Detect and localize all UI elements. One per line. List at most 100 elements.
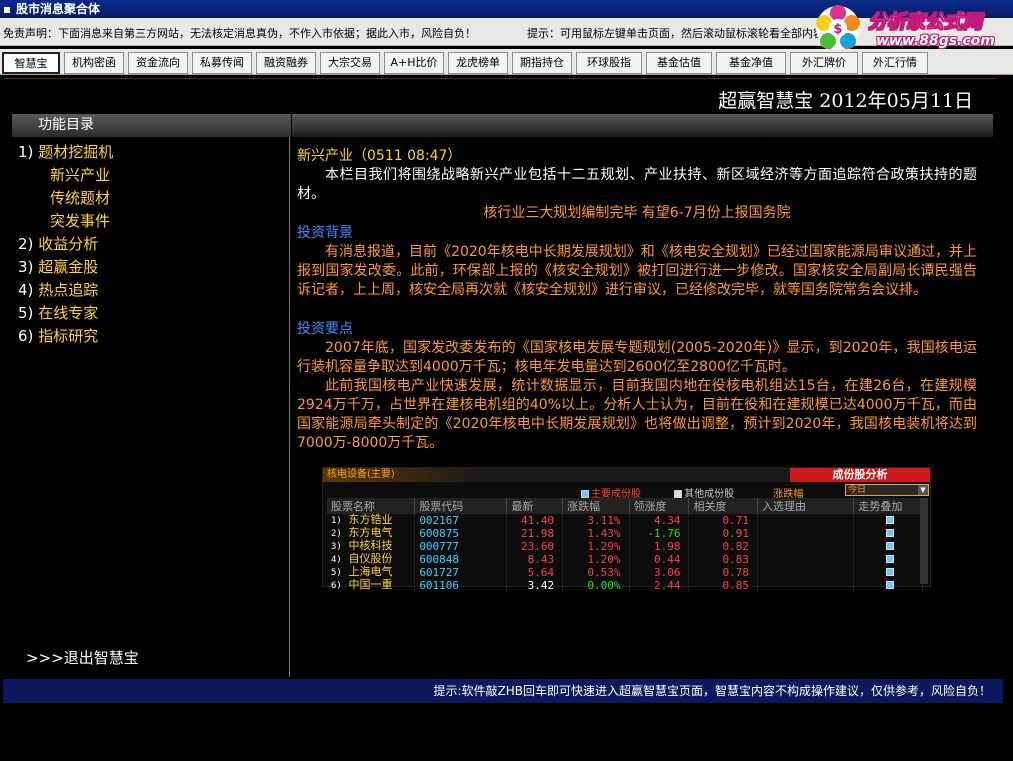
column-header[interactable]: 领涨度 (629, 498, 690, 514)
sidebar-item-label: 指标研究 (38, 327, 99, 345)
site-logo[interactable]: $ 分析家公式网 www.88gs.com (810, 1, 1010, 55)
cell-lead: 0.44 (629, 553, 690, 566)
tab-3[interactable]: 私募传闻 (192, 52, 252, 74)
cell-price: 3.42 (506, 579, 564, 592)
app-window: 股市消息聚合体 免责声明：下面消息来自第三方网站，无法核定消息真伪，不作入市依据… (0, 0, 1013, 761)
overlay-checkbox[interactable] (886, 541, 895, 550)
sidebar-item-number: 4) (18, 281, 34, 299)
cell-price: 21.98 (506, 527, 564, 540)
panel-title: 成份股分析 (790, 468, 930, 482)
stock-name: 中核科技 (348, 539, 393, 552)
sidebar-item-0[interactable]: 1) 题材挖掘机 (18, 141, 113, 164)
table-row[interactable]: 5) 上海电气 601727 5.64 0.53% 3.06 0.78 (327, 566, 923, 579)
column-header[interactable]: 股票名称 (327, 498, 416, 514)
sidebar-item-label: 新兴产业 (50, 166, 111, 184)
column-header[interactable]: 入选理由 (757, 498, 855, 514)
panel-divider (289, 137, 290, 677)
cell-chg: 1.20% (562, 553, 630, 566)
tab-strip: 智慧宝 机构密函 资金流向 私募传闻 融资融券 大宗交易 A+H比价 龙虎榜单 期指持仓 环球股指… (0, 49, 1013, 75)
column-header[interactable]: 相关度 (688, 498, 758, 514)
stock-name: 东方电气 (348, 526, 393, 539)
sidebar-item-6[interactable]: 4) 热点追踪 (18, 279, 113, 302)
logo-url: www.88gs.com (876, 33, 995, 49)
sidebar-item-8[interactable]: 6) 指标研究 (18, 325, 113, 348)
tab-12[interactable]: 外汇牌价 (790, 52, 858, 74)
column-header[interactable]: 走势叠加 (853, 498, 923, 514)
cell-corr: 0.85 (688, 579, 758, 592)
logo-name: 分析家公式网 (868, 11, 983, 34)
cell-code: 002167 (414, 514, 508, 527)
stock-name: 中国一重 (348, 578, 393, 591)
row-index: 1) (331, 516, 342, 526)
page-title: 超赢智慧宝 2012年05月11日 (718, 90, 973, 112)
cell-reason (757, 579, 855, 592)
tab-11[interactable]: 基金净值 (716, 52, 786, 74)
tab-5[interactable]: 大宗交易 (320, 52, 380, 74)
overlay-checkbox[interactable] (886, 528, 895, 537)
exit-link[interactable]: >>>退出智慧宝 (26, 647, 139, 668)
table-row[interactable]: 2) 东方电气 600875 21.98 1.43% -1.76 0.91 (327, 527, 923, 540)
sidebar-item-label: 传统题材 (50, 189, 111, 207)
sidebar-item-label: 在线专家 (38, 304, 99, 322)
main-stock-checkbox[interactable] (581, 490, 589, 498)
tab-1[interactable]: 机构密函 (64, 52, 124, 74)
sidebar-item-3[interactable]: 突发事件 (18, 210, 113, 233)
logo-flower-icon: $ (816, 5, 860, 50)
background-paragraph: 有消息报道，目前《2020年核电中长期发展规划》和《核电安全规划》已经过国家能源… (297, 244, 977, 298)
overlay-cell (853, 540, 923, 553)
tab-0[interactable]: 智慧宝 (2, 52, 60, 74)
stock-name: 上海电气 (348, 565, 393, 578)
table-row[interactable]: 4) 自仪股份 600848 8.43 1.20% 0.44 0.83 (327, 553, 923, 566)
cell-code: 600848 (414, 553, 508, 566)
tab-13[interactable]: 外汇行情 (862, 52, 928, 74)
intro-paragraph: 本栏目我们将围绕战略新兴产业包括十二五规划、产业扶持、新区域经济等方面追踪符合政… (297, 167, 977, 202)
overlay-checkbox[interactable] (886, 567, 895, 576)
column-header[interactable]: 涨跌幅 (562, 498, 630, 514)
tab-6[interactable]: A+H比价 (384, 52, 444, 74)
tab-8[interactable]: 期指持仓 (512, 52, 572, 74)
article: 新兴产业（0511 08:47） 本栏目我们将围绕战略新兴产业包括十二五规划、产… (297, 147, 977, 453)
sidebar-item-4[interactable]: 2) 收益分析 (18, 233, 113, 256)
tab-9[interactable]: 环球股指 (576, 52, 642, 74)
overlay-cell (853, 527, 923, 540)
column-header[interactable]: 股票代码 (414, 498, 508, 514)
table-row[interactable]: 3) 中核科技 000777 23.60 1.29% 1.98 0.82 (327, 540, 923, 553)
overlay-checkbox[interactable] (886, 580, 895, 589)
cell-reason (757, 540, 855, 553)
sidebar-item-2[interactable]: 传统题材 (18, 187, 113, 210)
table-row[interactable]: 1) 东方锆业 002167 41.40 3.11% 4.34 0.71 (327, 514, 923, 527)
cell-lead: 2.44 (629, 579, 690, 592)
tab-10[interactable]: 基金估值 (646, 52, 712, 74)
overlay-cell (853, 566, 923, 579)
overlay-checkbox[interactable] (886, 515, 895, 524)
stock-name: 东方锆业 (348, 513, 393, 526)
cell-chg: 3.11% (562, 514, 630, 527)
tab-2[interactable]: 资金流向 (128, 52, 188, 74)
table-scrollbar[interactable] (920, 498, 928, 584)
points-paragraph-2: 此前我国核电产业快速发展，统计数据显示，目前我国内地在役核电机组达15台，在建2… (297, 378, 977, 451)
sidebar-item-1[interactable]: 新兴产业 (18, 164, 113, 187)
other-stock-checkbox[interactable] (674, 490, 683, 498)
content-heading-bar (292, 114, 993, 137)
window-icon (4, 6, 10, 13)
disclaimer-text: 免责声明：下面消息来自第三方网站，无法核定消息真伪，不作入市依据；据此入市，风险… (3, 27, 476, 40)
cell-price: 8.43 (506, 553, 564, 566)
table-row[interactable]: 6) 中国一重 601106 3.42 0.00% 2.44 0.85 (327, 579, 923, 592)
tab-7[interactable]: 龙虎榜单 (448, 52, 508, 74)
cell-chg: 0.00% (562, 579, 630, 592)
cell-code: 000777 (414, 540, 508, 553)
window-title: 股市消息聚合体 (16, 2, 101, 16)
sidebar-item-label: 收益分析 (38, 235, 99, 253)
cell-reason (757, 514, 855, 527)
column-header[interactable]: 最新 (506, 498, 564, 514)
tab-4[interactable]: 融资融券 (256, 52, 316, 74)
overlay-checkbox[interactable] (886, 554, 895, 563)
cell-lead: -1.76 (629, 527, 690, 540)
sidebar-item-5[interactable]: 3) 超赢金股 (18, 256, 113, 279)
sidebar-item-number: 1) (18, 143, 34, 161)
points-paragraph-1: 2007年底，国家发改委发布的《国家核电发展专题规划(2005-2020年)》显… (297, 340, 977, 375)
scroll-tip: 提示：可用鼠标左键单击页面，然后滚动鼠标滚轮看全部内容 (527, 27, 824, 40)
sidebar-item-7[interactable]: 5) 在线专家 (18, 302, 113, 325)
period-select[interactable]: 今日 ▼ (845, 484, 929, 496)
